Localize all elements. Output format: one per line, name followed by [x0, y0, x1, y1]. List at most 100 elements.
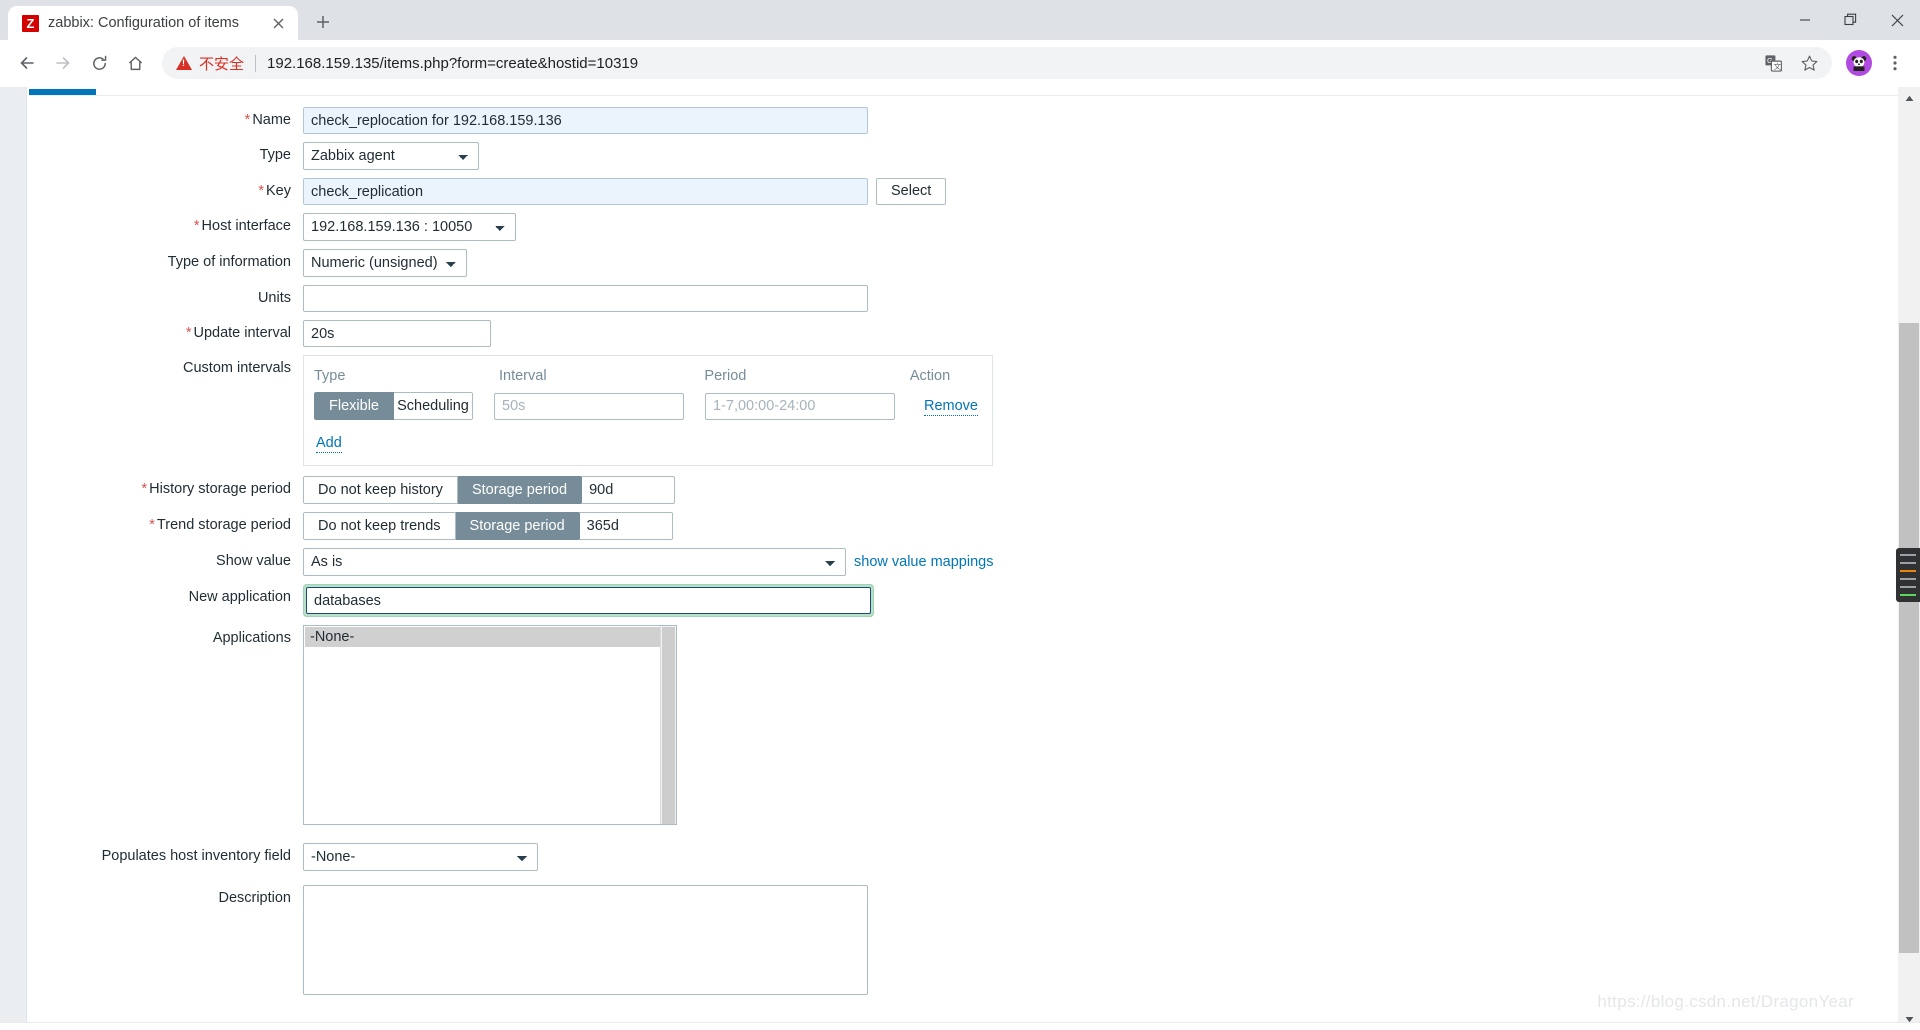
name-label: * Name — [244, 112, 291, 128]
update-interval-input[interactable] — [303, 320, 491, 347]
type-select[interactable]: Zabbix agent — [303, 142, 479, 170]
required-asterisk: * — [149, 517, 155, 533]
watermark-text: https://blog.csdn.net/DragonYear — [1597, 992, 1854, 1011]
trend-storage-toggle: Do not keep trends Storage period — [303, 512, 580, 540]
minimize-button[interactable] — [1782, 0, 1828, 40]
required-asterisk: * — [193, 218, 200, 234]
type-of-information-label: Type of information — [167, 254, 291, 270]
custom-interval-row: Flexible Scheduling Remove — [314, 392, 978, 420]
trend-storage-period-label: * Trend storage period — [149, 517, 291, 533]
form-row-key: *Key Select — [0, 178, 1160, 205]
url-text: 192.168.159.135/items.php?form=create&ho… — [267, 54, 639, 72]
form-row-units: Units — [0, 285, 1160, 312]
svg-text:文: 文 — [1773, 61, 1781, 71]
widget-line-orange — [1900, 570, 1916, 572]
history-storage-period-control: Do not keep history Storage period — [303, 476, 676, 504]
units-input[interactable] — [303, 285, 868, 312]
page-bottom-strip — [0, 1022, 1920, 1030]
form-row-host-interface: * Host interface 192.168.159.136 : 10050 — [0, 213, 1160, 241]
trend-option-storage-period[interactable]: Storage period — [455, 512, 580, 540]
page-viewport: *Name Type Zabbix agent *Key — [0, 87, 1920, 1030]
reload-icon[interactable] — [82, 46, 116, 80]
omnibox-separator — [255, 54, 257, 72]
new-application-label: New application — [188, 589, 291, 605]
key-input[interactable] — [303, 178, 868, 205]
custom-intervals-add-link[interactable]: Add — [316, 434, 342, 453]
new-application-input[interactable] — [306, 587, 871, 614]
widget-line — [1900, 586, 1916, 588]
widget-line-green — [1900, 594, 1916, 596]
custom-intervals-add-wrap: Add — [316, 434, 978, 453]
home-icon[interactable] — [118, 46, 152, 80]
required-asterisk: * — [244, 112, 251, 128]
trend-storage-period-control: Do not keep trends Storage period — [303, 512, 673, 540]
show-value-select[interactable]: As is — [303, 548, 846, 576]
show-value-mappings-link[interactable]: show value mappings — [854, 554, 993, 570]
forward-icon[interactable] — [46, 46, 80, 80]
address-bar[interactable]: 不安全 192.168.159.135/items.php?form=creat… — [162, 47, 1832, 79]
profile-avatar[interactable] — [1846, 50, 1872, 76]
widget-line — [1900, 554, 1916, 556]
required-asterisk: * — [141, 481, 148, 497]
browser-window: Z zabbix: Configuration of items ! 不安全 1… — [0, 0, 1920, 1030]
form-row-history-storage-period: * History storage period Do not keep hist… — [0, 476, 1160, 504]
applications-list-item[interactable]: -None- — [305, 627, 675, 647]
trend-storage-period-input[interactable] — [579, 512, 673, 540]
column-header-period: Period — [704, 368, 747, 384]
type-of-information-select[interactable]: Numeric (unsigned) — [303, 249, 467, 277]
warning-triangle-icon — [176, 56, 192, 70]
browser-toolbar: 不安全 192.168.159.135/items.php?form=creat… — [0, 40, 1920, 87]
applications-label: Applications — [212, 630, 291, 646]
form-row-custom-intervals: Custom intervals Type Interval Period Ac… — [0, 355, 1160, 466]
host-interface-select[interactable]: 192.168.159.136 : 10050 — [303, 213, 516, 241]
trend-option-do-not-keep[interactable]: Do not keep trends — [303, 512, 456, 540]
browser-tab[interactable]: Z zabbix: Configuration of items — [8, 6, 298, 40]
back-icon[interactable] — [10, 46, 44, 80]
description-label: Description — [218, 890, 291, 906]
column-header-interval: Interval — [498, 368, 547, 384]
security-warning[interactable]: 不安全 — [176, 53, 244, 74]
type-option-scheduling[interactable]: Scheduling — [394, 392, 473, 420]
custom-intervals-panel: Type Interval Period Action Flexible Sch… — [303, 355, 993, 466]
type-option-flexible[interactable]: Flexible — [314, 392, 394, 420]
maximize-restore-button[interactable] — [1828, 0, 1874, 40]
zabbix-favicon-icon: Z — [22, 14, 39, 32]
applications-listbox[interactable]: -None- — [303, 625, 677, 825]
scrollbar-thumb[interactable] — [1899, 323, 1919, 953]
update-interval-label: * Update interval — [185, 325, 291, 341]
units-label: Units — [257, 290, 291, 306]
form-row-type: Type Zabbix agent — [0, 142, 1160, 170]
bookmark-star-icon[interactable] — [1792, 46, 1826, 80]
type-label: Type — [259, 147, 291, 163]
translate-icon[interactable]: G 文 — [1756, 46, 1790, 80]
form-row-applications: Applications -None- — [0, 625, 1160, 825]
custom-interval-remove-link[interactable]: Remove — [924, 397, 978, 416]
column-header-action: Action — [909, 368, 951, 384]
custom-interval-interval-input[interactable] — [494, 392, 684, 420]
tab-close-icon[interactable] — [269, 14, 288, 33]
applications-listbox-scrollbar[interactable] — [660, 626, 676, 824]
page-top-divider — [29, 95, 1898, 96]
scrollbar-up-arrow[interactable] — [1898, 87, 1920, 109]
column-header-type: Type — [314, 368, 346, 384]
description-textarea[interactable] — [303, 885, 868, 995]
custom-interval-period-input[interactable] — [705, 392, 895, 420]
form-row-update-interval: * Update interval — [0, 320, 1160, 347]
close-window-button[interactable] — [1874, 0, 1920, 40]
security-warning-label: 不安全 — [199, 55, 245, 73]
history-option-do-not-keep[interactable]: Do not keep history — [303, 476, 458, 504]
key-select-button[interactable]: Select — [876, 178, 947, 205]
populates-host-inventory-field-select[interactable]: -None- — [303, 843, 538, 871]
form-row-type-of-information: Type of information Numeric (unsigned) — [0, 249, 1160, 277]
tab-title: zabbix: Configuration of items — [48, 15, 240, 31]
page-progress-indicator — [29, 89, 96, 95]
name-input[interactable] — [303, 107, 868, 134]
new-tab-button[interactable] — [307, 6, 339, 38]
form-row-new-application: New application — [0, 584, 1160, 617]
three-dot-menu-icon[interactable] — [1878, 46, 1912, 80]
history-storage-period-input[interactable] — [582, 476, 676, 504]
applications-listbox-scroll-thumb[interactable] — [662, 627, 675, 824]
item-configuration-form: *Name Type Zabbix agent *Key — [0, 107, 1160, 1003]
history-option-storage-period[interactable]: Storage period — [457, 476, 583, 504]
extension-overlay-widget[interactable] — [1896, 548, 1920, 602]
